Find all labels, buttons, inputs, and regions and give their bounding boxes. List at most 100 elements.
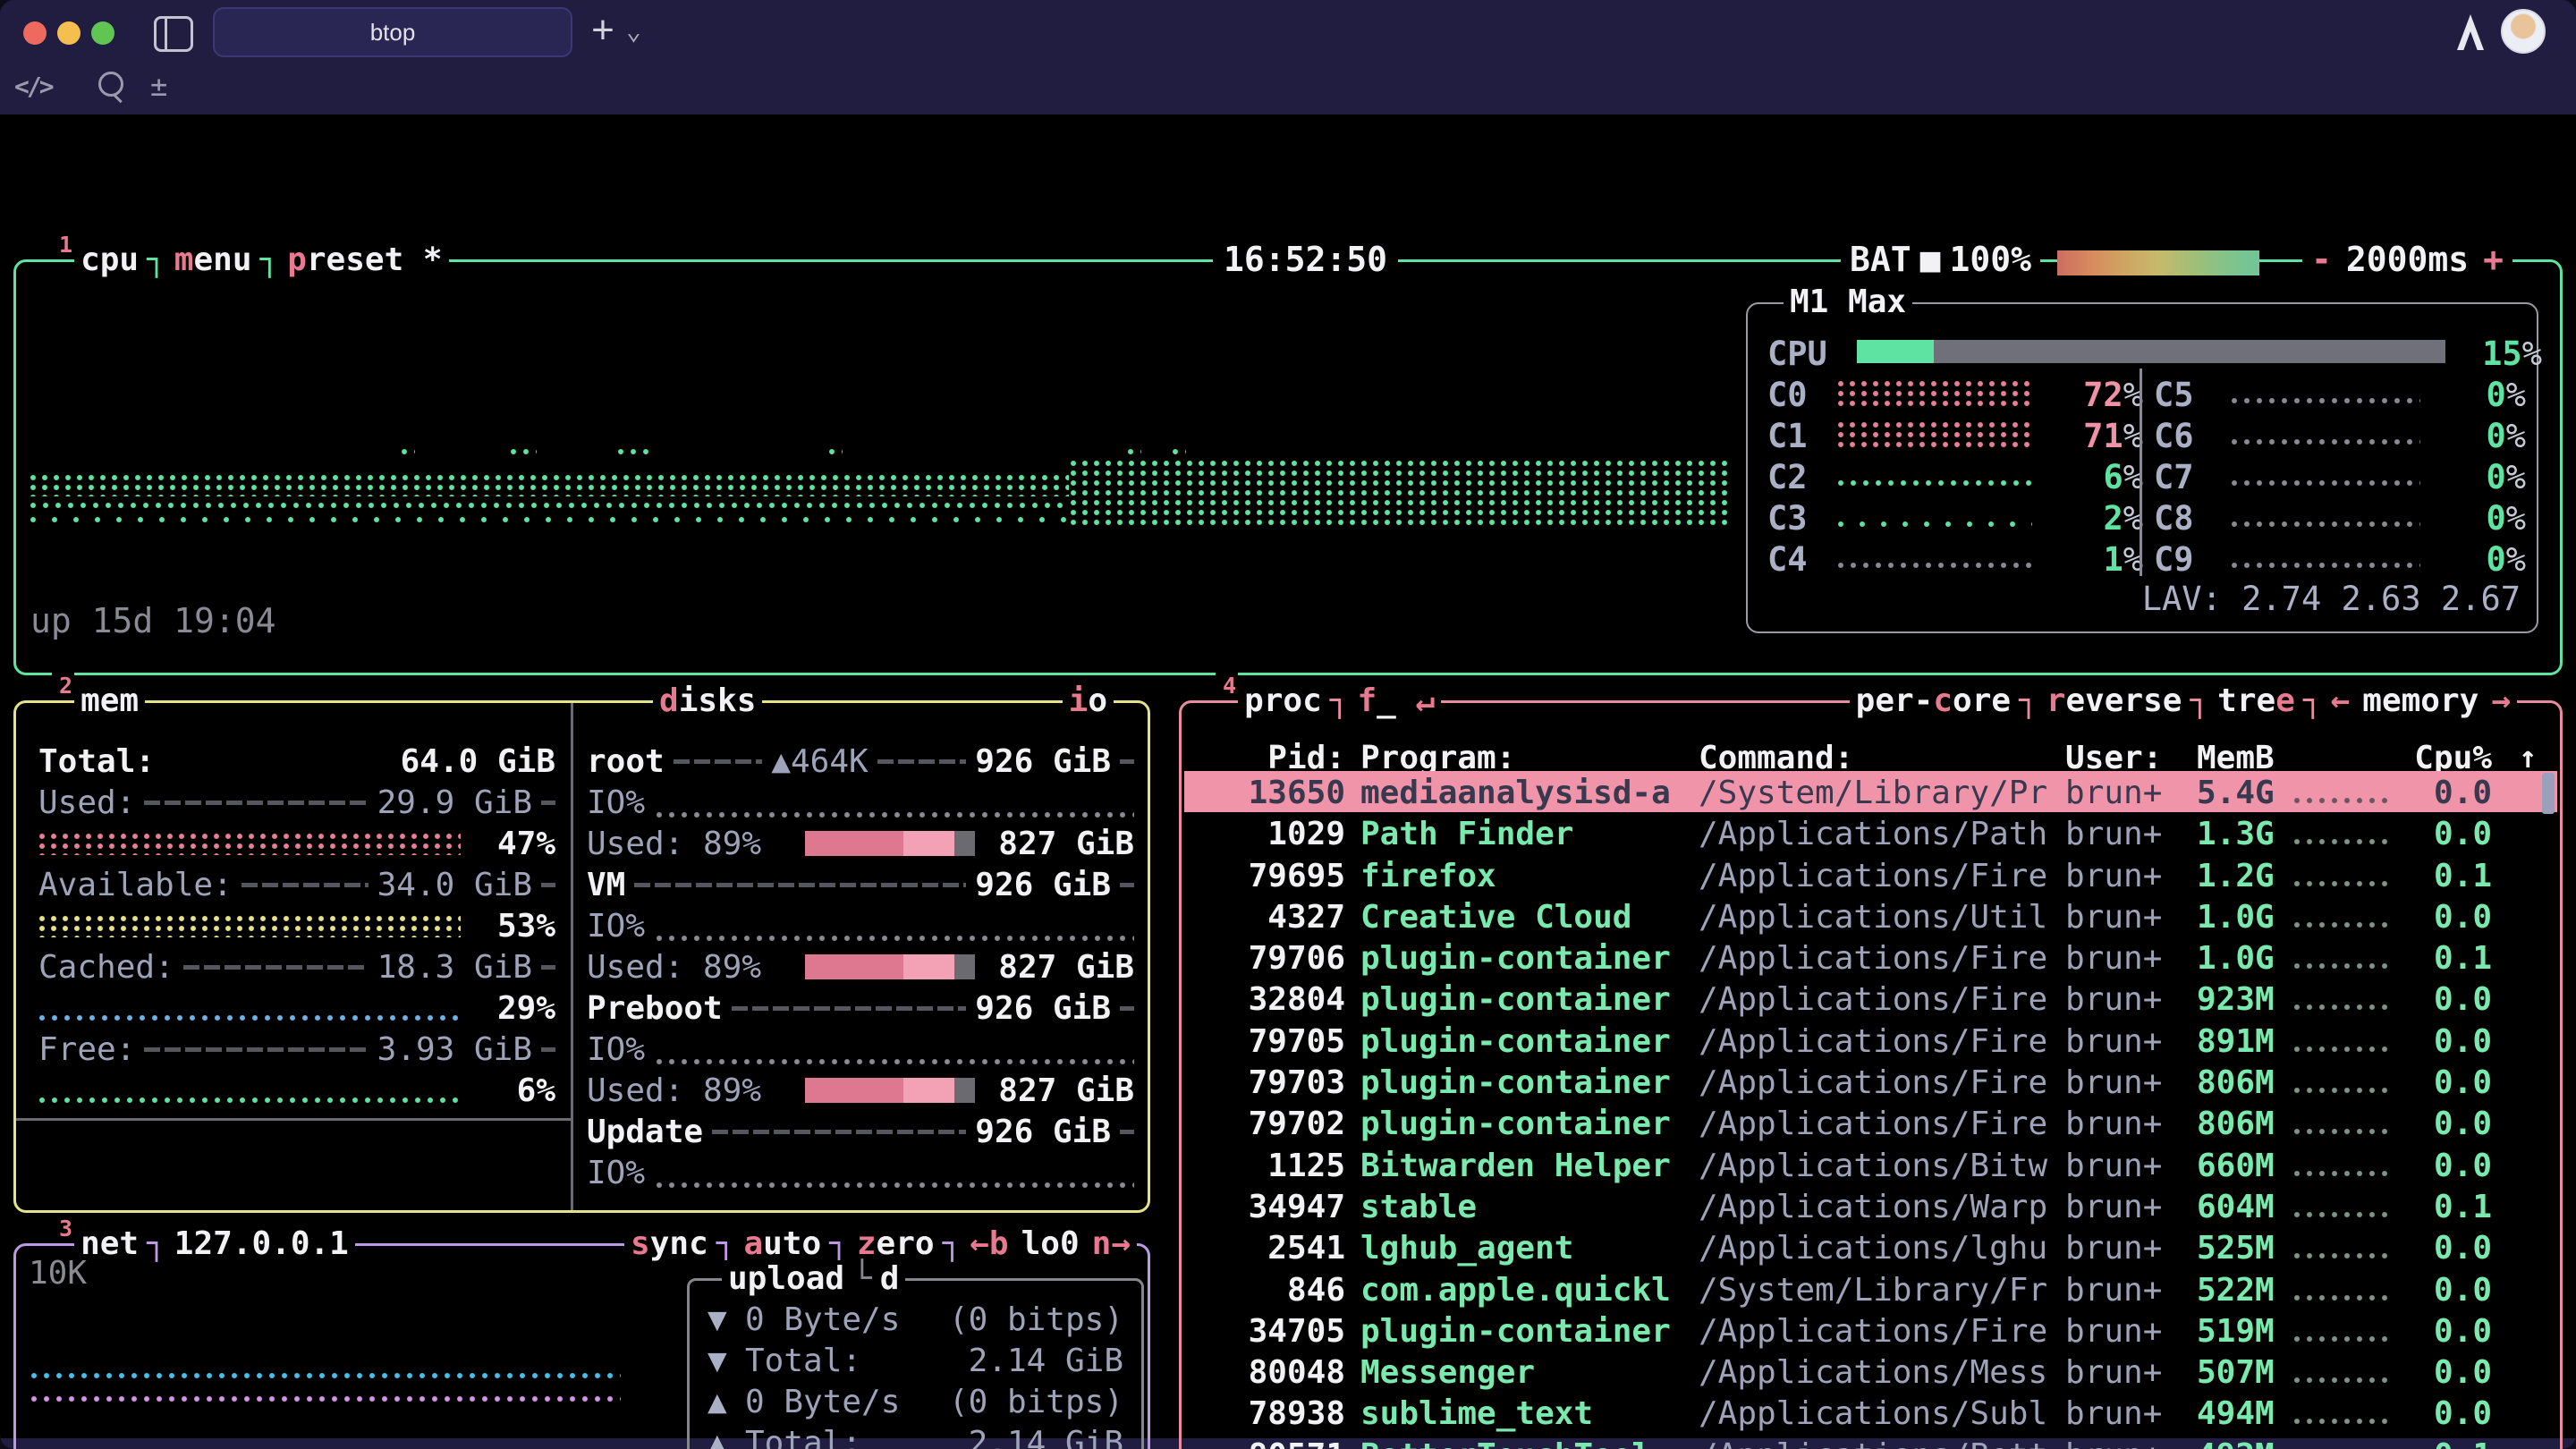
scroll-up-icon[interactable]: ↑ (2519, 740, 2537, 775)
process-table-body: 13650 mediaanalysisd-a /System/Library/P… (1184, 771, 2557, 1449)
code-blocks-icon[interactable]: </> (14, 68, 52, 104)
process-row[interactable]: 4327 Creative Cloud /Applications/Util b… (1184, 895, 2557, 936)
process-row[interactable]: 34947 stable /Applications/Warp brun+ 60… (1184, 1185, 2557, 1226)
disks-panel-title[interactable]: disks (653, 680, 762, 721)
net-panel-title: 3net127.0.0.1 (52, 1223, 355, 1264)
process-program: com.apple.quickl (1360, 1272, 1671, 1309)
reverse-toggle[interactable]: reverse (2040, 682, 2189, 719)
sidebar-toggle-icon[interactable] (154, 16, 193, 52)
process-mem: 1.2G (2197, 858, 2275, 894)
process-row[interactable]: 79705 plugin-container /Applications/Fir… (1184, 1020, 2557, 1061)
new-tab-button[interactable]: + (583, 9, 623, 52)
process-row[interactable]: 1029 Path Finder /Applications/Path brun… (1184, 812, 2557, 853)
net-stats-hotkey[interactable]: d (874, 1260, 906, 1297)
process-mem-graph (2293, 1169, 2394, 1178)
process-row[interactable]: 78938 sublime_text /Applications/Subl br… (1184, 1392, 2557, 1433)
process-row[interactable]: 1125 Bitwarden Helper /Applications/Bitw… (1184, 1144, 2557, 1185)
proc-filter-input[interactable]: f_ ↵ (1351, 682, 1441, 719)
sort-left-button[interactable]: ← (2325, 682, 2357, 719)
mem-free-row: Free:3.93 GiB (38, 1029, 555, 1070)
process-mem-graph (2293, 1293, 2394, 1302)
net-download-graph (30, 1371, 621, 1380)
process-row[interactable]: 32804 plugin-container /Applications/Fir… (1184, 978, 2557, 1019)
disk-vm-io-row: IO% (587, 905, 1134, 946)
sort-column[interactable]: memory (2356, 682, 2485, 719)
font-size-icon[interactable]: ± (150, 68, 167, 104)
disk-used-meter (805, 954, 975, 979)
mem-disks-divider (571, 703, 573, 1210)
process-row[interactable]: 79706 plugin-container /Applications/Fir… (1184, 936, 2557, 978)
preset-button[interactable]: preset * (281, 242, 448, 278)
process-mem: 494M (2197, 1395, 2275, 1432)
process-cpu: 0.0 (2394, 816, 2492, 852)
cpu-summary-panel: M1 Max CPU 15% C0 72% C1 71% (1746, 302, 2538, 633)
border-notch (1328, 682, 1352, 719)
core-row: C7 0% (2145, 454, 2526, 496)
process-row[interactable]: 846 com.apple.quickl /System/Library/Fr … (1184, 1268, 2557, 1309)
core-graph (1837, 478, 2032, 488)
process-cpu: 0.0 (2394, 981, 2492, 1018)
interval-increase-button[interactable]: + (2483, 240, 2504, 279)
process-command: /Applications/Fire (1699, 1064, 2047, 1101)
process-mem-graph (2293, 920, 2394, 929)
process-program: Path Finder (1360, 816, 1573, 852)
download-arrow-icon: ▼ (708, 1343, 745, 1379)
process-row[interactable]: 80048 Messenger /Applications/Mess brun+… (1184, 1351, 2557, 1392)
per-core-toggle[interactable]: per-core (1850, 682, 2017, 719)
process-program: Bitwarden Helper (1360, 1148, 1671, 1184)
mem-free-graph (38, 1095, 461, 1106)
net-sync-toggle[interactable]: sync (624, 1225, 715, 1262)
process-mem-graph (2293, 879, 2394, 888)
process-row[interactable]: 79695 firefox /Applications/Fire brun+ 1… (1184, 854, 2557, 895)
scrollbar-thumb[interactable] (2542, 773, 2555, 814)
process-mem-graph (2293, 1251, 2394, 1260)
proc-panel: 4procf_ ↵ per-corereversetree←memory→ Pi… (1179, 700, 2563, 1449)
process-row[interactable]: 80571 BetterTouchTool /Applications/Bett… (1184, 1434, 2557, 1449)
interval-decrease-button[interactable]: - (2311, 240, 2332, 279)
zoom-button[interactable] (91, 21, 114, 45)
net-prev-iface-button[interactable]: ←b (963, 1225, 1014, 1262)
download-arrow-icon: ▼ (708, 1301, 745, 1338)
process-mem: 660M (2197, 1148, 2275, 1184)
process-cpu: 0.0 (2394, 899, 2492, 936)
net-next-iface-button[interactable]: n→ (1086, 1225, 1137, 1262)
disks-io-toggle[interactable]: io (1063, 680, 1114, 721)
proc-panel-index: 4 (1216, 673, 1238, 699)
user-avatar[interactable] (2501, 9, 2546, 54)
process-row[interactable]: 34705 plugin-container /Applications/Fir… (1184, 1309, 2557, 1351)
search-icon[interactable] (98, 72, 123, 97)
process-user: brun+ (2065, 1395, 2162, 1432)
menu-button[interactable]: menu (168, 242, 258, 278)
process-mem-graph (2293, 837, 2394, 846)
process-user: brun+ (2065, 775, 2162, 811)
chevron-down-icon[interactable]: ⌄ (626, 16, 641, 46)
title-bar: btop + ⌄ </> ± btop (0, 0, 2576, 114)
process-user: brun+ (2065, 981, 2162, 1018)
net-auto-toggle[interactable]: auto (737, 1225, 827, 1262)
cpu-panel: 1cpumenupreset * 16:52:50 BAT■100% -2000… (13, 259, 2563, 675)
process-row[interactable]: 2541 lghub_agent /Applications/lghu brun… (1184, 1226, 2557, 1267)
process-mem: 5.4G (2197, 775, 2275, 811)
process-pid: 34947 (1200, 1189, 1345, 1225)
core-graph (2231, 560, 2420, 571)
process-mem: 492M (2197, 1437, 2275, 1449)
process-pid: 4327 (1200, 899, 1345, 936)
sort-right-button[interactable]: → (2485, 682, 2517, 719)
process-row[interactable]: 79702 plugin-container /Applications/Fir… (1184, 1102, 2557, 1143)
disk-io-graph (656, 810, 1134, 819)
disk-io-graph (656, 1181, 1134, 1190)
core-row: C4 1% (1758, 537, 2143, 578)
close-button[interactable] (23, 21, 47, 45)
tree-toggle[interactable]: tree (2211, 682, 2301, 719)
warp-logo-icon[interactable] (2453, 13, 2488, 55)
net-panel-index: 3 (52, 1216, 74, 1241)
process-pid: 79695 (1200, 858, 1345, 894)
cpu-total-meter (1857, 340, 2445, 363)
minimize-button[interactable] (57, 21, 80, 45)
process-row[interactable]: 13650 mediaanalysisd-a /System/Library/P… (1184, 771, 2557, 812)
disk-preboot-io-row: IO% (587, 1029, 1134, 1070)
net-zero-toggle[interactable]: zero (851, 1225, 941, 1262)
process-program: plugin-container (1360, 1064, 1671, 1101)
terminal-tab[interactable]: btop (213, 7, 572, 57)
process-row[interactable]: 79703 plugin-container /Applications/Fir… (1184, 1061, 2557, 1102)
